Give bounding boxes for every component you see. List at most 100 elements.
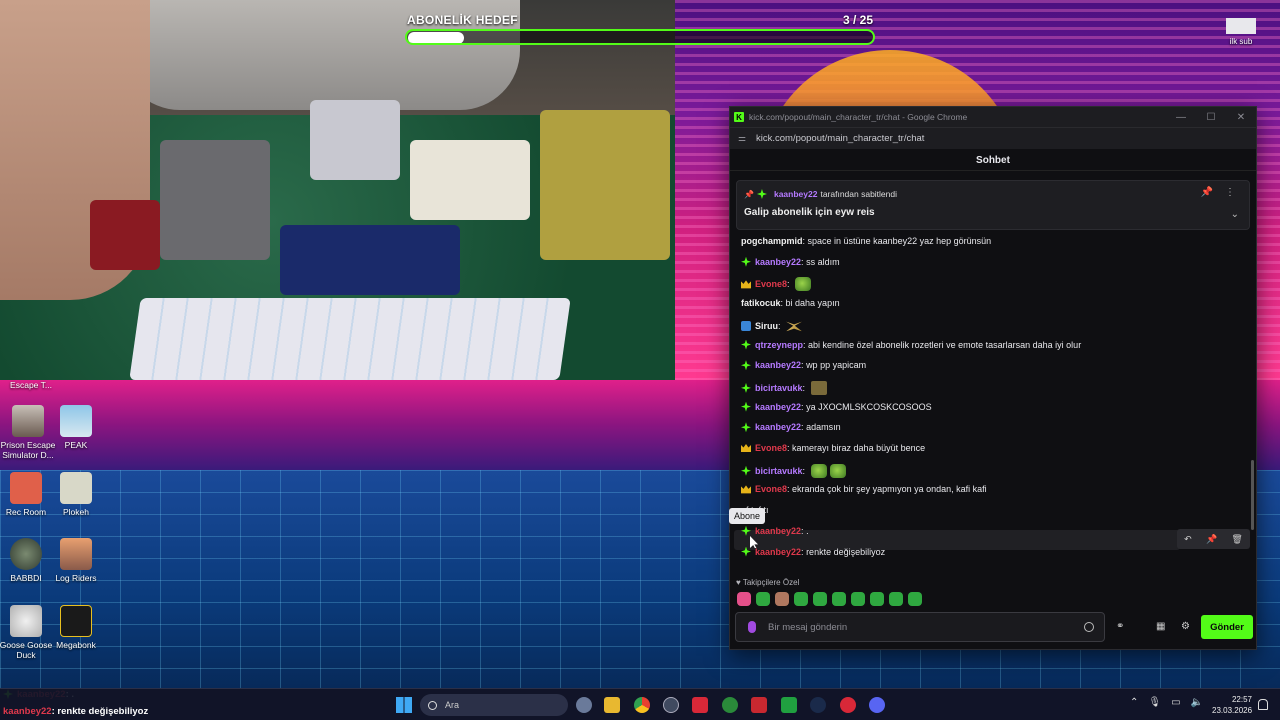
emote-button[interactable] (756, 592, 770, 606)
store-icon[interactable]: ▦ (1156, 621, 1165, 632)
game-launcher-icon[interactable] (751, 697, 767, 713)
chat-username[interactable]: kaanbey22 (755, 547, 801, 557)
emote-button[interactable] (908, 592, 922, 606)
xbox-app-icon[interactable] (722, 697, 738, 713)
chat-message[interactable]: kaanbey22: adamsın (741, 422, 841, 433)
xbox-icon[interactable] (781, 697, 797, 713)
chat-username[interactable]: Evone8 (755, 279, 787, 289)
unpin-icon[interactable]: 📌 (1201, 187, 1213, 198)
chat-message[interactable]: kaanbey22: ss aldım (741, 256, 840, 267)
pin-message-icon[interactable]: 📌 (1206, 534, 1217, 545)
desktop-icon-ilk-sub[interactable]: ilk sub (1226, 18, 1256, 52)
chat-message[interactable]: Evone8: ekranda çok bir şey yapmıyon ya … (741, 484, 987, 494)
volume-icon[interactable]: 🔈 (1191, 697, 1203, 708)
emote-button[interactable] (794, 592, 808, 606)
desktop-icon-plokeh[interactable]: Plokeh (45, 472, 107, 517)
chat-message[interactable]: fatikocuk: bi daha yapın (741, 298, 840, 308)
chat-username[interactable]: kaanbey22 (755, 257, 801, 267)
clock[interactable]: 22:57 23.03.2026 (1212, 694, 1252, 716)
chat-username[interactable]: fatikocuk (741, 298, 781, 308)
chat-emote-icon[interactable] (810, 463, 827, 478)
address-bar[interactable]: ⚌ kick.com/popout/main_character_tr/chat (730, 127, 1256, 149)
minimize-icon[interactable]: — (1166, 112, 1196, 123)
desktop-icon-log-riders[interactable]: Log Riders (45, 538, 107, 583)
chat-message[interactable]: Evone8: (741, 277, 812, 292)
subscriber-badge-icon[interactable] (741, 256, 751, 267)
chat-emote-icon[interactable] (795, 277, 812, 292)
subscriber-badge-icon[interactable] (741, 525, 751, 536)
obs-icon[interactable] (663, 697, 679, 713)
emote-button[interactable] (775, 592, 789, 606)
subscriber-badge-icon[interactable] (741, 360, 751, 371)
pinned-by-username[interactable]: kaanbey22 (774, 189, 817, 199)
chat-emote-icon[interactable] (810, 380, 827, 395)
emote-button[interactable] (870, 592, 884, 606)
chat-message[interactable]: Evone8: kamerayı biraz daha büyüt bence (741, 443, 925, 453)
chat-username[interactable]: kaanbey22 (755, 360, 801, 370)
chat-username[interactable]: kaanbey22 (755, 402, 801, 412)
chat-message[interactable]: bicirtavukk: (741, 463, 846, 478)
chat-message[interactable]: pogchampmid: space in üstüne kaanbey22 y… (741, 236, 991, 246)
windows-start-icon[interactable] (396, 697, 412, 713)
chat-username[interactable]: Evone8 (755, 484, 787, 494)
close-icon[interactable]: ✕ (1226, 112, 1256, 123)
chat-message[interactable]: Siruu: (741, 319, 803, 333)
subscriber-badge-icon[interactable] (741, 382, 751, 393)
pinned-message[interactable]: 📌 kaanbey22 tarafından sabitlendi Galip … (736, 180, 1250, 230)
notification-bell-icon[interactable] (1258, 699, 1268, 710)
chat-username[interactable]: kaanbey22 (755, 526, 801, 536)
chat-username[interactable]: pogchampmid (741, 236, 803, 246)
chat-message[interactable]: qtrzeynepp: abi kendine özel abonelik ro… (741, 339, 1081, 350)
chat-scrollbar[interactable] (1251, 460, 1254, 530)
delete-icon[interactable]: 🗑 (1231, 534, 1242, 545)
steam-icon[interactable] (810, 697, 826, 713)
file-explorer-icon[interactable] (604, 697, 620, 713)
chat-username[interactable]: kaanbey22 (755, 422, 801, 432)
microphone-tray-icon[interactable]: 🎙 (1148, 697, 1161, 708)
subscriber-badge-icon[interactable] (741, 401, 751, 412)
chat-emote-icon[interactable] (829, 463, 846, 478)
chat-message[interactable]: kaanbey22: ya JXOCMLSKCOSKCOSOOS (741, 401, 932, 412)
crown-badge-icon[interactable] (741, 280, 751, 289)
red-app-icon[interactable] (692, 697, 708, 713)
emote-button[interactable] (851, 592, 865, 606)
crown-badge-icon[interactable] (741, 485, 751, 494)
network-icon[interactable]: ▭ (1171, 697, 1180, 708)
badge-icon[interactable] (741, 320, 751, 331)
discord-icon[interactable] (869, 697, 885, 713)
crown-badge-icon[interactable] (741, 444, 751, 452)
chat-emote-icon[interactable] (786, 321, 803, 332)
emote-button[interactable] (832, 592, 846, 606)
chat-username[interactable]: Evone8 (755, 443, 787, 453)
chevron-down-icon[interactable]: ⌄ (1231, 209, 1239, 220)
desktop-icon-escape[interactable]: Escape T... (0, 380, 62, 390)
send-button[interactable]: Gönder (1201, 615, 1253, 639)
message-composer[interactable] (735, 612, 1105, 642)
site-info-icon[interactable]: ⚌ (738, 133, 748, 144)
message-input[interactable] (768, 621, 1084, 633)
subscriber-badge-icon[interactable] (741, 422, 751, 433)
chat-username[interactable]: bicirtavukk (755, 383, 803, 393)
subscriber-badge-icon[interactable] (741, 465, 751, 476)
chat-username[interactable]: qtrzeynepp (755, 340, 803, 350)
media-app-icon[interactable] (840, 697, 856, 713)
desktop-icon-megabonk[interactable]: Megabonk (45, 605, 107, 650)
emote-button[interactable] (889, 592, 903, 606)
emote-button[interactable] (737, 592, 751, 606)
emoji-picker-icon[interactable] (1084, 622, 1094, 632)
reward-icon[interactable]: ⚭ (1116, 621, 1124, 632)
show-hidden-icons-chevron-icon[interactable]: ⌃ (1130, 697, 1138, 708)
chat-message[interactable]: kaanbey22: renkte değişebiliyoz (741, 546, 885, 557)
settings-app-icon[interactable] (576, 697, 592, 713)
desktop-icon-peak[interactable]: PEAK (45, 405, 107, 450)
subscriber-badge-icon[interactable] (741, 546, 751, 557)
taskbar-search[interactable]: Ara (420, 694, 568, 716)
chat-username[interactable]: Siruu (755, 321, 778, 331)
maximize-icon[interactable]: ☐ (1196, 112, 1226, 123)
settings-gear-icon[interactable]: ⚙ (1181, 621, 1190, 632)
microphone-icon[interactable] (748, 621, 756, 633)
subscriber-badge-icon[interactable] (741, 339, 751, 350)
more-options-icon[interactable]: ⋮ (1225, 187, 1235, 198)
chat-message[interactable]: kaanbey22: wp pp yapicam (741, 360, 866, 371)
chrome-icon[interactable] (634, 697, 650, 713)
